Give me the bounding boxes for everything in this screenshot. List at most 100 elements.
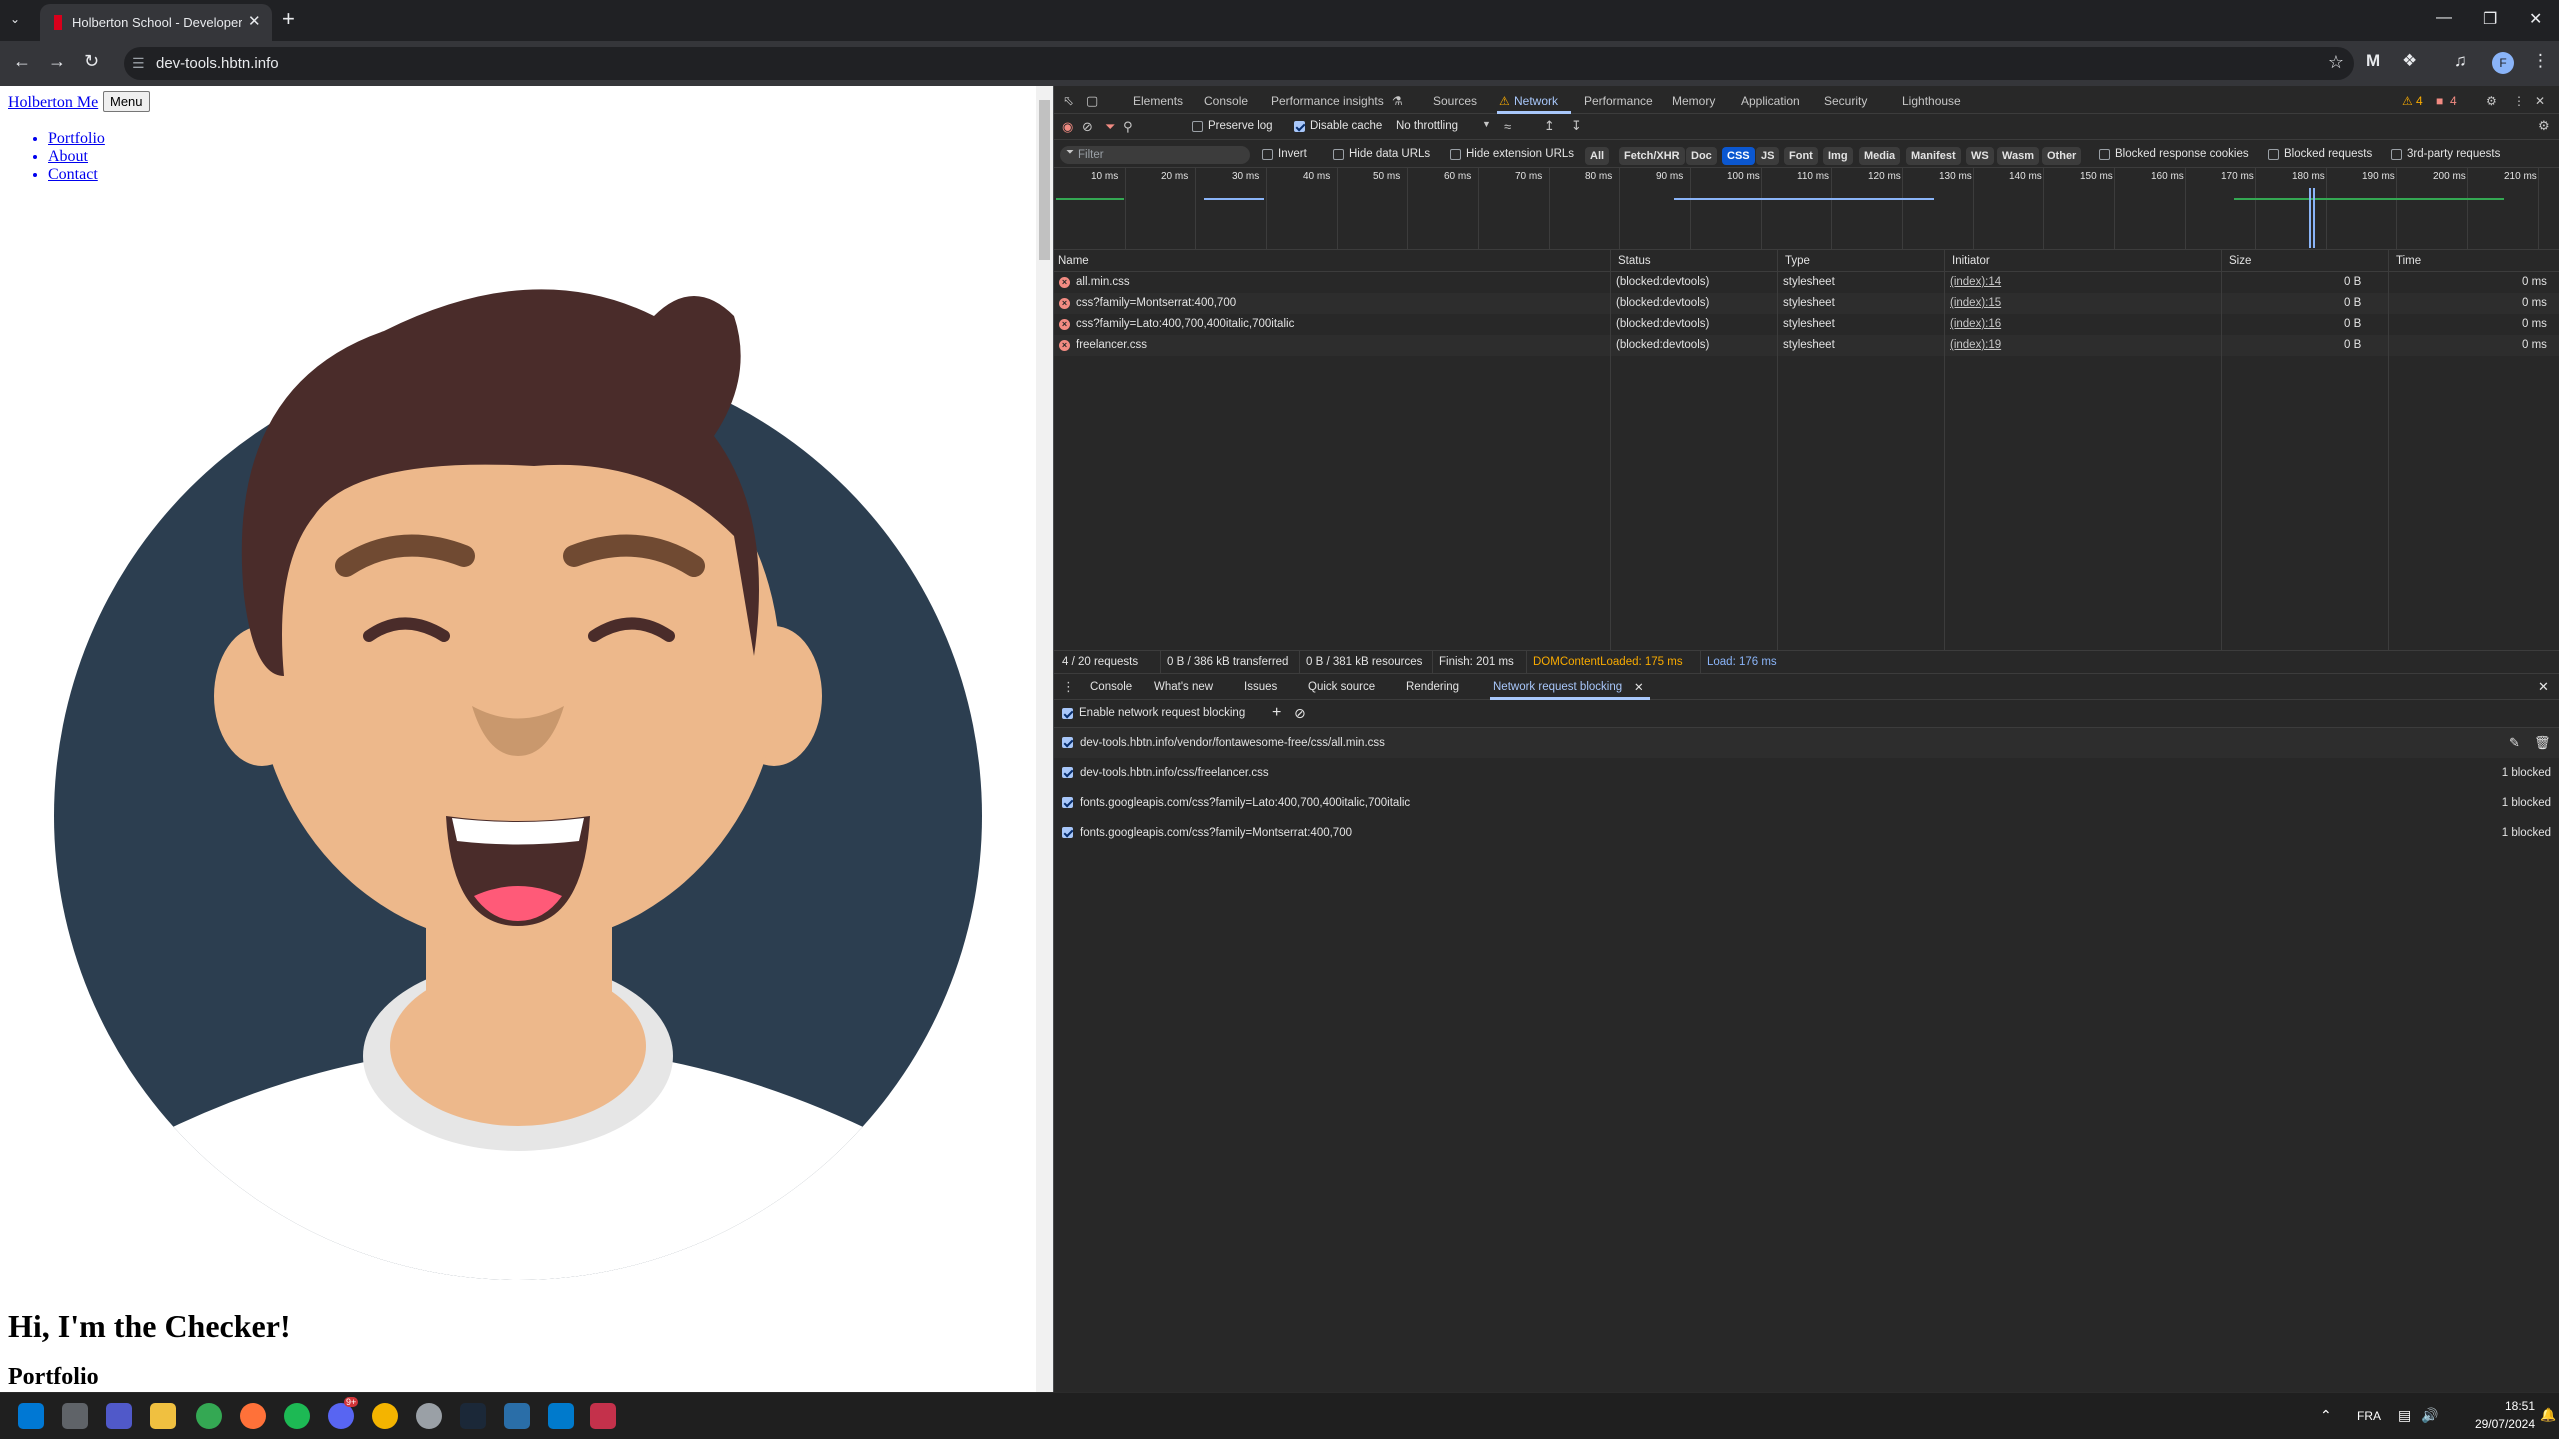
inspect-element-icon[interactable]: ⬁ <box>1063 93 1074 109</box>
throttling-dropdown-icon[interactable]: ▼ <box>1482 119 1491 129</box>
column-header-size[interactable]: Size <box>2225 250 2251 272</box>
request-initiator-link[interactable]: (index):16 <box>1950 314 2001 335</box>
vscode-icon[interactable] <box>548 1403 574 1429</box>
close-window-icon[interactable]: ✕ <box>2529 9 2542 29</box>
column-header-name[interactable]: Name <box>1054 250 1089 272</box>
errors-count[interactable]: 4 <box>2450 94 2457 108</box>
app-icon[interactable] <box>372 1403 398 1429</box>
enable-blocking-checkbox[interactable] <box>1062 708 1073 719</box>
filter-input[interactable]: Filter <box>1060 146 1250 164</box>
throttling-select[interactable]: No throttling <box>1396 120 1458 132</box>
show-hidden-icons-chevron-icon[interactable]: ⌃ <box>2320 1407 2332 1424</box>
spotify-icon[interactable] <box>284 1403 310 1429</box>
drawer-tab-rendering[interactable]: Rendering <box>1406 681 1459 693</box>
request-initiator-link[interactable]: (index):19 <box>1950 335 2001 356</box>
drawer-tab-console[interactable]: Console <box>1090 681 1132 693</box>
hide-data-urls-checkbox[interactable] <box>1333 149 1344 160</box>
tab-security[interactable]: Security <box>1824 94 1867 108</box>
network-icon[interactable]: ▤ <box>2398 1407 2411 1424</box>
notification-bell-icon[interactable]: 🔔 <box>2540 1407 2556 1423</box>
settings-icon[interactable] <box>416 1403 442 1429</box>
column-header-time[interactable]: Time <box>2392 250 2421 272</box>
type-filter-doc[interactable]: Doc <box>1686 147 1717 165</box>
blocked-pattern-row[interactable]: dev-tools.hbtn.info/vendor/fontawesome-f… <box>1054 728 2559 758</box>
tab-performance-insights[interactable]: Performance insights <box>1271 94 1384 108</box>
settings-gear-icon[interactable]: ⚙ <box>2486 94 2497 108</box>
type-filter-font[interactable]: Font <box>1784 147 1818 165</box>
type-filter-manifest[interactable]: Manifest <box>1906 147 1961 165</box>
extension-m-icon[interactable]: M <box>2366 51 2380 71</box>
request-row[interactable]: × all.min.css (blocked:devtools) stylesh… <box>1054 272 2559 293</box>
tab-performance[interactable]: Performance <box>1584 94 1653 108</box>
type-filter-other[interactable]: Other <box>2042 147 2082 165</box>
nav-link-contact[interactable]: Contact <box>48 166 105 184</box>
type-filter-media[interactable]: Media <box>1859 147 1901 165</box>
pattern-checkbox[interactable] <box>1062 737 1073 748</box>
request-initiator-link[interactable]: (index):15 <box>1950 293 2001 314</box>
hide-extension-urls-checkbox[interactable] <box>1450 149 1461 160</box>
tab-console[interactable]: Console <box>1204 94 1248 108</box>
device-toolbar-icon[interactable]: ▢ <box>1086 93 1098 109</box>
chrome-menu-icon[interactable]: ⋮ <box>2532 51 2549 71</box>
pattern-checkbox[interactable] <box>1062 827 1073 838</box>
bookmark-star-icon[interactable]: ☆ <box>2328 52 2344 73</box>
tab-lighthouse[interactable]: Lighthouse <box>1902 94 1961 108</box>
type-filter-wasm[interactable]: Wasm <box>1997 147 2039 165</box>
media-control-icon[interactable]: ♫ <box>2454 51 2467 71</box>
language-indicator[interactable]: FRA <box>2357 1409 2381 1423</box>
add-pattern-icon[interactable]: + <box>1272 704 1281 722</box>
tab-sources[interactable]: Sources <box>1433 94 1477 108</box>
scrollbar-thumb[interactable] <box>1039 100 1050 260</box>
pattern-checkbox[interactable] <box>1062 767 1073 778</box>
column-header-type[interactable]: Type <box>1781 250 1810 272</box>
drawer-menu-icon[interactable]: ⋮ <box>1062 679 1075 695</box>
reload-icon[interactable]: ↻ <box>84 51 99 72</box>
minimize-icon[interactable]: — <box>2436 9 2452 27</box>
network-conditions-icon[interactable]: ≈ <box>1504 119 1511 134</box>
warnings-count[interactable]: 4 <box>2416 94 2423 108</box>
tab-application[interactable]: Application <box>1741 94 1800 108</box>
search-icon[interactable]: ⚲ <box>1123 119 1133 135</box>
column-header-status[interactable]: Status <box>1614 250 1651 272</box>
profile-avatar[interactable]: F <box>2492 52 2514 74</box>
filter-funnel-icon[interactable]: ⏷ <box>1105 119 1115 135</box>
browser-tab[interactable]: Holberton School - Developer To ✕ <box>40 4 272 41</box>
drawer-tab-quick-source[interactable]: Quick source <box>1308 681 1375 693</box>
more-options-icon[interactable]: ⋮ <box>2513 94 2525 108</box>
invert-checkbox[interactable] <box>1262 149 1273 160</box>
warnings-badge-icon[interactable]: ⚠ <box>2402 94 2413 108</box>
edit-pencil-icon[interactable]: ✎ <box>2509 728 2520 758</box>
drawer-tab-issues[interactable]: Issues <box>1244 681 1277 693</box>
errors-badge-icon[interactable]: ■ <box>2436 94 2443 108</box>
app-window-icon[interactable] <box>504 1403 530 1429</box>
record-icon[interactable]: ◉ <box>1062 119 1073 135</box>
disable-cache-checkbox[interactable] <box>1294 121 1305 132</box>
steam-icon[interactable] <box>460 1403 486 1429</box>
delete-trash-icon[interactable]: 🗑 <box>2534 728 2551 758</box>
pattern-checkbox[interactable] <box>1062 797 1073 808</box>
menu-button[interactable]: Menu <box>103 91 150 112</box>
volume-icon[interactable]: 🔊 <box>2421 1407 2438 1424</box>
close-drawer-tab-icon[interactable]: ✕ <box>1634 680 1644 694</box>
windows-start-icon[interactable] <box>18 1403 44 1429</box>
nav-link-about[interactable]: About <box>48 148 105 166</box>
type-filter-img[interactable]: Img <box>1823 147 1853 165</box>
close-devtools-icon[interactable]: ✕ <box>2535 94 2545 108</box>
extensions-puzzle-icon[interactable]: ❖ <box>2402 51 2417 71</box>
nav-link-portfolio[interactable]: Portfolio <box>48 130 105 148</box>
page-scrollbar[interactable] <box>1036 86 1053 1392</box>
close-drawer-icon[interactable]: ✕ <box>2538 679 2549 695</box>
forward-icon[interactable]: → <box>48 51 66 72</box>
clock-time[interactable]: 18:51 <box>2487 1399 2535 1413</box>
blocked-requests-checkbox[interactable] <box>2268 149 2279 160</box>
type-filter-fetch-xhr[interactable]: Fetch/XHR <box>1619 147 1685 165</box>
site-info-icon[interactable]: ☰ <box>132 55 145 72</box>
blocked-pattern-row[interactable]: fonts.googleapis.com/css?family=Lato:400… <box>1054 788 2559 818</box>
type-filter-css[interactable]: CSS <box>1722 147 1755 165</box>
blocked-pattern-row[interactable]: dev-tools.hbtn.info/css/freelancer.css 1… <box>1054 758 2559 788</box>
drawer-tab-whats-new[interactable]: What's new <box>1154 681 1213 693</box>
clear-icon[interactable]: ⊘ <box>1082 119 1093 135</box>
address-bar[interactable]: ☰ dev-tools.hbtn.info ☆ <box>124 47 2354 80</box>
tab-memory[interactable]: Memory <box>1672 94 1715 108</box>
remove-all-patterns-icon[interactable]: ⊘ <box>1294 705 1306 722</box>
